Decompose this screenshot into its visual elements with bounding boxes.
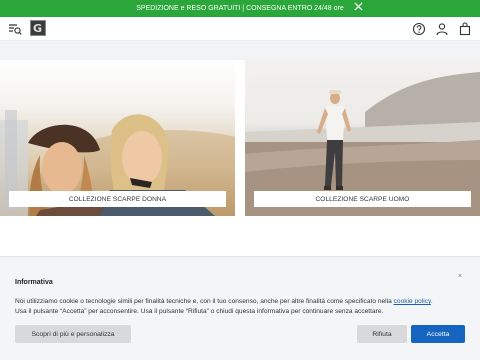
cookie-close-icon[interactable]: × — [455, 273, 465, 283]
promo-bar: SPEDIZIONE e RESO GRATUITI | CONSEGNA EN… — [0, 0, 480, 17]
reject-button[interactable]: Rifiuta — [357, 325, 407, 343]
cookie-policy-link[interactable]: cookie policy — [394, 298, 431, 305]
logo[interactable]: G — [30, 20, 46, 36]
logo-letter: G — [33, 22, 43, 35]
cookie-text-line2: Usa il pulsante “Accetta” per acconsenti… — [15, 308, 384, 315]
menu-search-icon[interactable] — [8, 22, 22, 36]
learn-more-customize-button[interactable]: Scopri di più e personalizza — [15, 325, 131, 343]
help-icon[interactable] — [412, 22, 426, 36]
bag-icon[interactable] — [458, 22, 472, 36]
cookie-text-line1-end: . — [430, 298, 433, 305]
accept-button[interactable]: Accetta — [411, 325, 465, 343]
collection-women-label[interactable]: COLLEZIONE SCARPE DONNA — [9, 191, 226, 207]
cookie-text-line1: Noi utilizziamo cookie o tecnologie simi… — [15, 298, 394, 305]
close-icon[interactable] — [353, 2, 363, 14]
header: G — [0, 17, 480, 41]
cookie-title: Informativa — [15, 279, 53, 286]
user-icon[interactable] — [435, 22, 449, 36]
promo-text-tail: CONSEGNA ENTRO 24/48 ore — [246, 5, 344, 12]
collection-men-label[interactable]: COLLEZIONE SCARPE UOMO — [254, 191, 471, 207]
header-spacer — [0, 41, 480, 60]
promo-text: SPEDIZIONE e RESO GRATUITI | CONSEGNA EN… — [136, 5, 343, 12]
promo-text-lead: SPEDIZIONE e RESO GRATUITI — [136, 5, 241, 12]
cookie-text: Noi utilizziamo cookie o tecnologie simi… — [15, 297, 465, 317]
